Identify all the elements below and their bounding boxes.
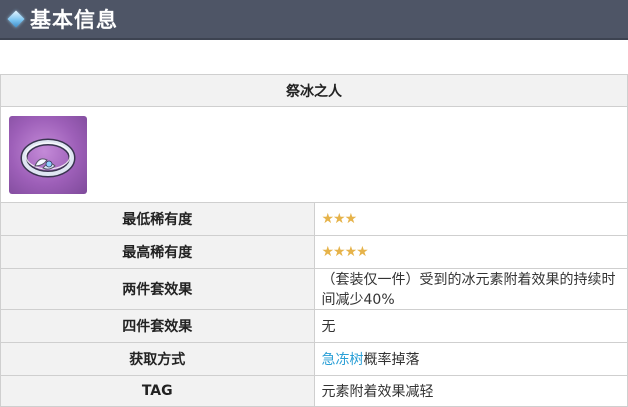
star-rating: ★★★ xyxy=(321,211,358,227)
two-piece-effect: （套装仅一件）受到的冰元素附着效果的持续时间减少40% xyxy=(313,268,628,310)
ring-artifact-icon xyxy=(9,115,87,194)
star-rating: ★★★★ xyxy=(321,244,369,260)
table-row xyxy=(0,106,628,203)
info-table: 祭冰之人 最低稀有度 ★★★ 最高稀有度 ★★★★ 两件套效果 （套装仅一件）受… xyxy=(0,74,628,407)
row-label: TAG xyxy=(0,375,315,407)
acquisition-text: 概率掉落 xyxy=(363,352,420,368)
section-header: 基本信息 xyxy=(0,0,628,40)
table-row: 最低稀有度 ★★★ xyxy=(0,202,628,236)
four-piece-effect: 无 xyxy=(313,309,628,343)
table-row: 四件套效果 无 xyxy=(0,309,628,343)
table-row: 祭冰之人 xyxy=(0,74,628,107)
section-title: 基本信息 xyxy=(30,8,118,32)
item-image-cell xyxy=(0,106,628,203)
table-row: 最高稀有度 ★★★★ xyxy=(0,235,628,269)
table-row: 两件套效果 （套装仅一件）受到的冰元素附着效果的持续时间减少40% xyxy=(0,268,628,310)
row-label: 获取方式 xyxy=(0,342,315,376)
acquisition-method: 急冻树概率掉落 xyxy=(313,342,628,376)
source-link[interactable]: 急冻树 xyxy=(322,352,364,368)
table-row: 获取方式 急冻树概率掉落 xyxy=(0,342,628,376)
rarity-min-value: ★★★ xyxy=(313,202,628,236)
row-label: 最低稀有度 xyxy=(0,202,315,236)
row-label: 四件套效果 xyxy=(0,309,315,343)
item-name: 祭冰之人 xyxy=(0,74,628,107)
table-row: TAG 元素附着效果减轻 xyxy=(0,375,628,407)
rarity-max-value: ★★★★ xyxy=(313,235,628,269)
row-label: 两件套效果 xyxy=(0,268,315,310)
diamond-icon xyxy=(7,10,25,28)
row-label: 最高稀有度 xyxy=(0,235,315,269)
tag-value: 元素附着效果减轻 xyxy=(313,375,628,407)
